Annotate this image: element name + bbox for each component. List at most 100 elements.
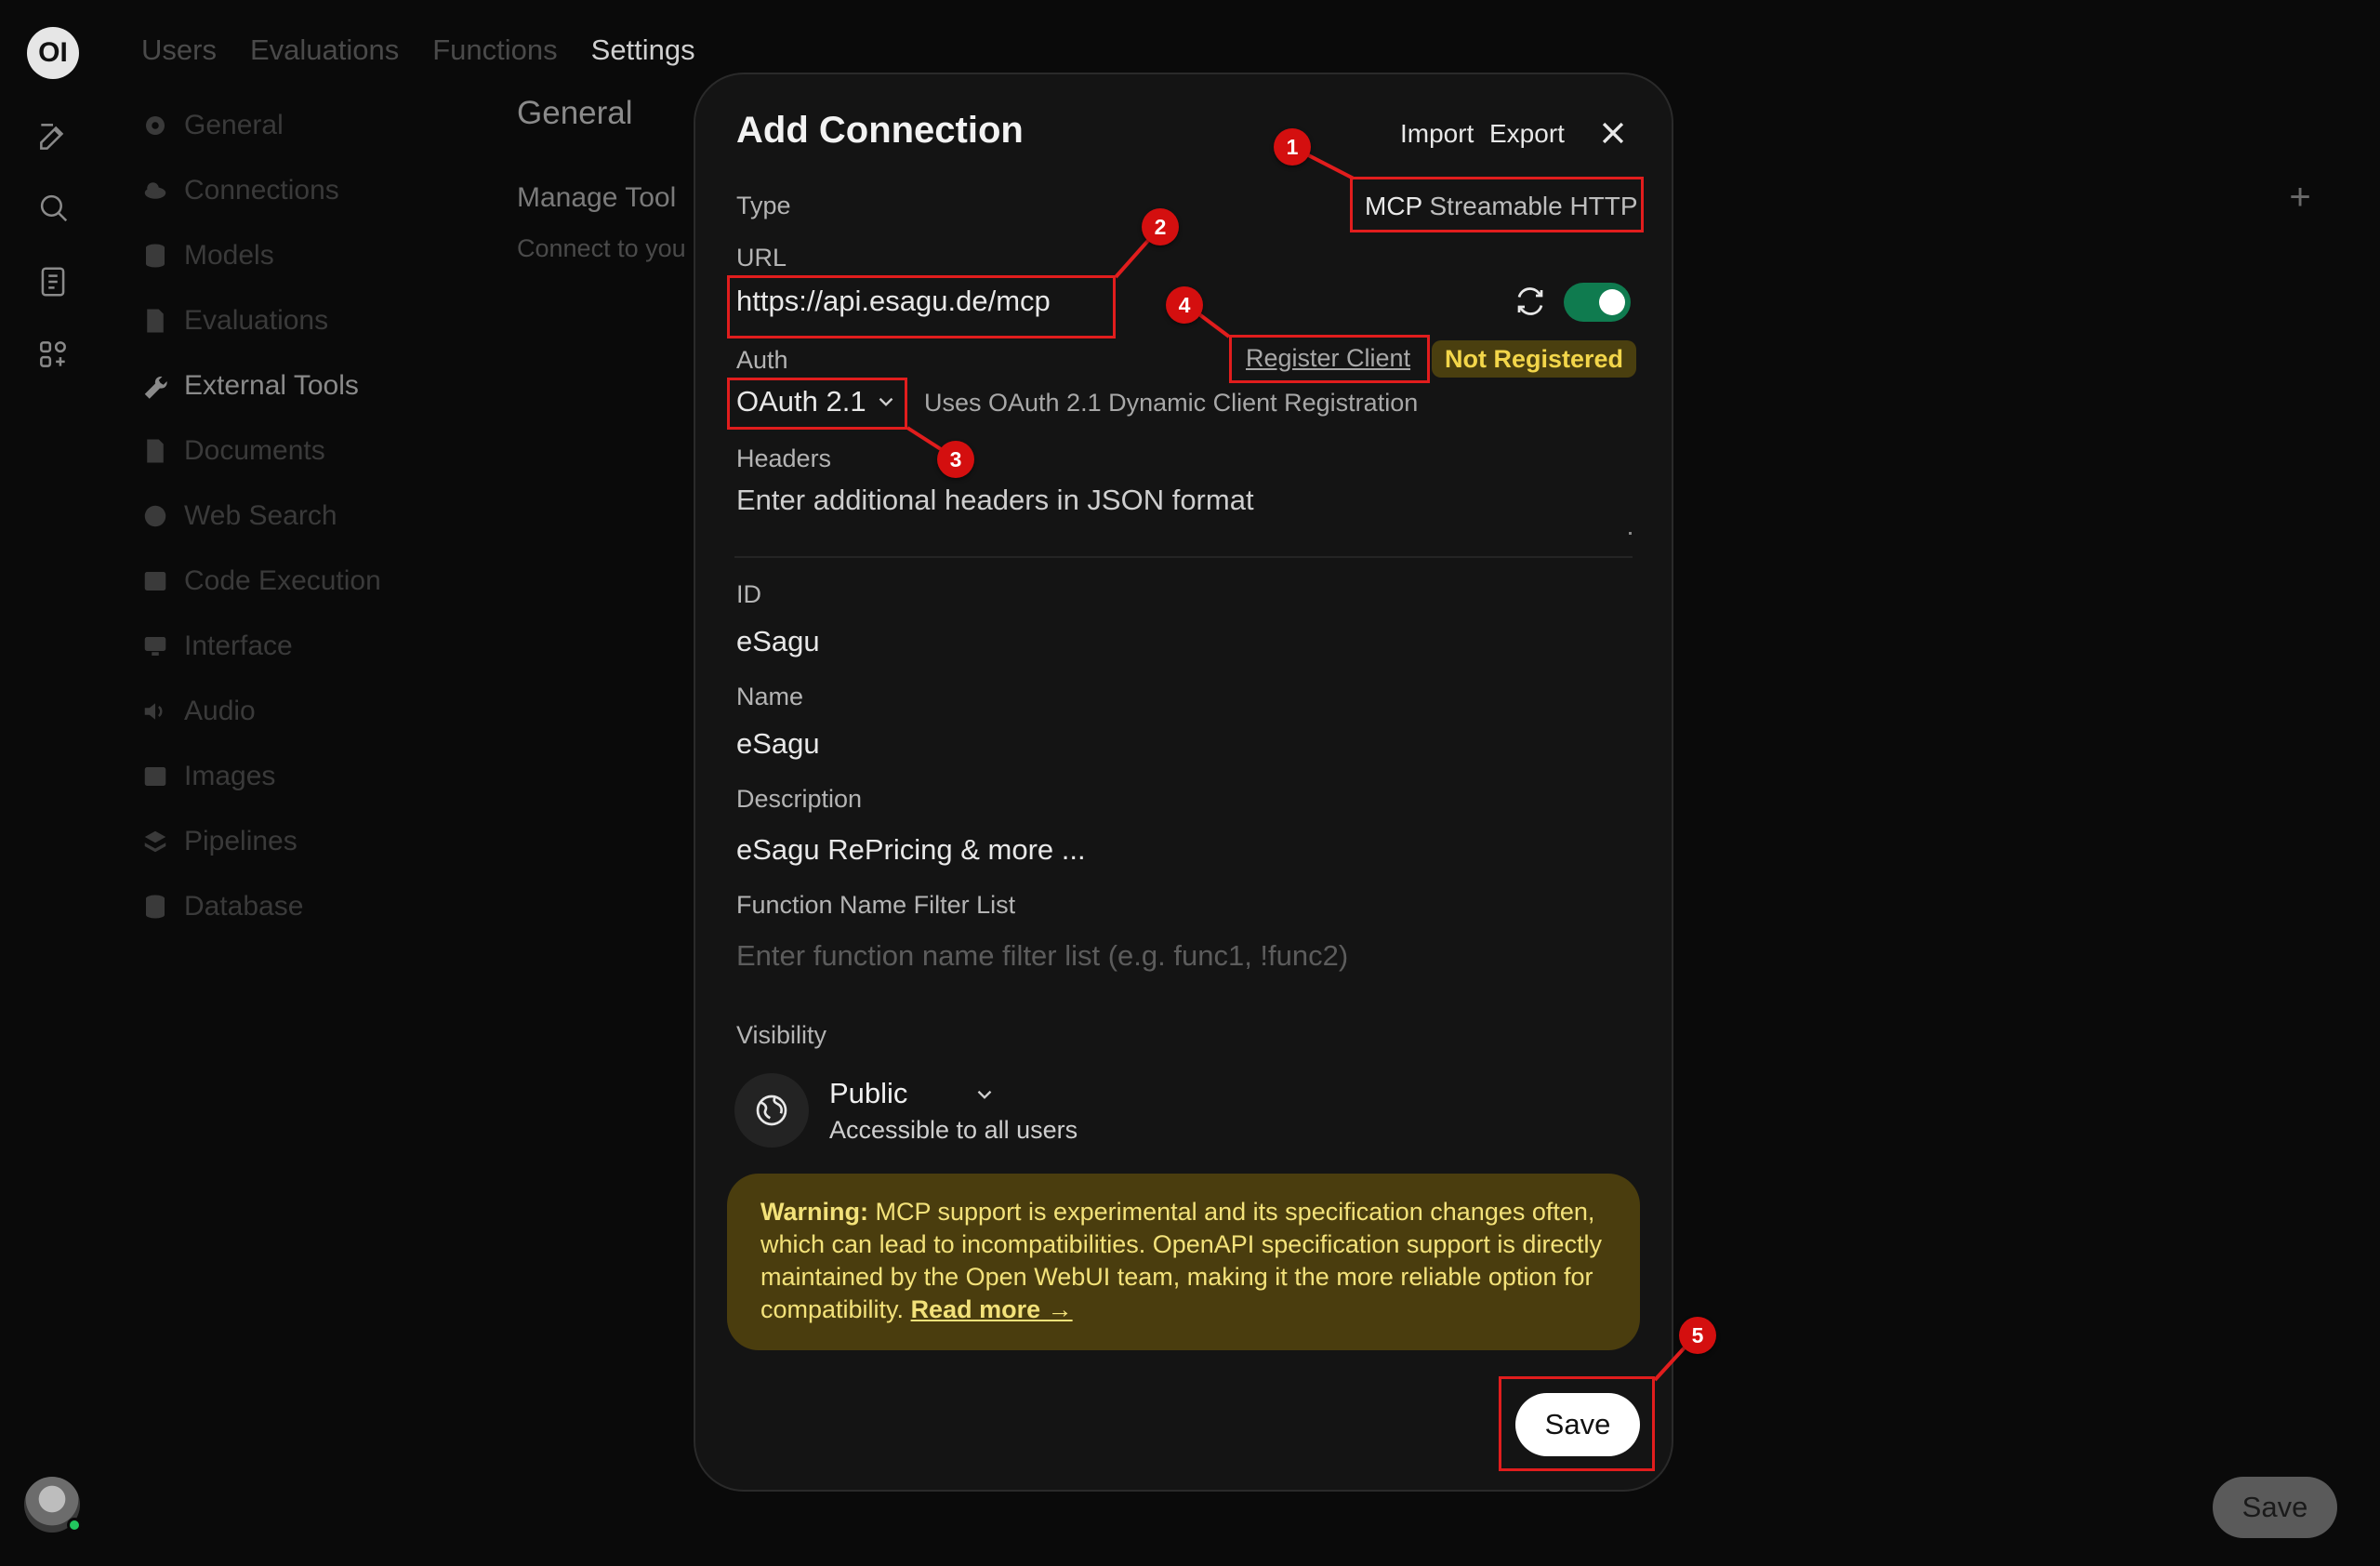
nav-item-external-tools[interactable]: External Tools xyxy=(141,353,476,418)
nav-label: External Tools xyxy=(184,370,359,401)
visibility-label: Visibility xyxy=(736,1021,827,1049)
settings-save-button[interactable]: Save xyxy=(2213,1477,2337,1538)
description-input[interactable]: eSagu RePricing & more ... xyxy=(736,833,1086,867)
nav-item-web-search[interactable]: Web Search xyxy=(141,484,476,549)
highlight-url xyxy=(727,275,1116,338)
nav-label: General xyxy=(184,110,284,140)
manage-tools-heading: Manage Tool xyxy=(517,182,677,213)
nav-label: Database xyxy=(184,891,304,922)
close-icon[interactable] xyxy=(1597,117,1629,149)
nav-label: Interface xyxy=(184,630,293,661)
name-input[interactable]: eSagu xyxy=(736,727,820,761)
visibility-description: Accessible to all users xyxy=(829,1116,1078,1144)
tab-settings[interactable]: Settings xyxy=(591,33,695,67)
nav-label: Documents xyxy=(184,435,325,466)
add-connection-icon[interactable]: + xyxy=(2283,179,2317,216)
url-label: URL xyxy=(736,244,787,272)
tab-evaluations[interactable]: Evaluations xyxy=(250,33,399,67)
gear-icon xyxy=(141,112,169,139)
nav-item-connections[interactable]: Connections xyxy=(141,158,476,223)
nav-item-code-execution[interactable]: Code Execution xyxy=(141,549,476,614)
id-label: ID xyxy=(736,580,761,608)
nav-label: Images xyxy=(184,761,276,791)
settings-nav: General Connections Models Evaluations E… xyxy=(141,93,476,939)
refresh-icon[interactable] xyxy=(1514,285,1547,318)
textarea-resize-handle[interactable] xyxy=(1629,532,1632,535)
nav-label: Connections xyxy=(184,175,339,206)
admin-tabs: Users Evaluations Functions Settings xyxy=(141,33,695,67)
headers-label: Headers xyxy=(736,445,832,472)
terminal-icon xyxy=(141,567,169,595)
auth-label: Auth xyxy=(736,346,788,374)
search-icon[interactable] xyxy=(35,190,71,225)
speaker-icon xyxy=(141,697,169,725)
warning-banner: Warning: MCP support is experimental and… xyxy=(727,1174,1640,1350)
database-icon xyxy=(141,242,169,270)
nav-label: Web Search xyxy=(184,500,337,531)
warning-text: MCP support is experimental and its spec… xyxy=(760,1198,1602,1323)
nav-item-database[interactable]: Database xyxy=(141,874,476,939)
nav-label: Models xyxy=(184,240,274,271)
registration-status-badge: Not Registered xyxy=(1432,340,1637,378)
database-icon xyxy=(141,893,169,921)
annotation-marker-1: 1 xyxy=(1274,128,1311,166)
globe-icon xyxy=(734,1073,809,1148)
annotation-marker-4: 4 xyxy=(1166,286,1203,324)
name-label: Name xyxy=(736,683,804,710)
notes-icon[interactable] xyxy=(35,264,71,299)
nav-label: Audio xyxy=(184,696,256,726)
manage-tools-description: Connect to you xyxy=(517,234,686,262)
annotation-marker-5: 5 xyxy=(1679,1317,1716,1354)
nav-item-documents[interactable]: Documents xyxy=(141,418,476,484)
chevron-down-icon[interactable] xyxy=(972,1082,997,1107)
nav-label: Evaluations xyxy=(184,305,329,336)
online-status-dot xyxy=(67,1518,82,1533)
modal-title: Add Connection xyxy=(736,110,1024,151)
highlight-type xyxy=(1350,177,1644,232)
nav-item-audio[interactable]: Audio xyxy=(141,679,476,744)
import-button[interactable]: Import xyxy=(1400,119,1474,149)
highlight-auth xyxy=(727,378,907,430)
filter-label: Function Name Filter List xyxy=(736,891,1016,919)
annotation-marker-3: 3 xyxy=(937,441,974,478)
highlight-save xyxy=(1499,1376,1655,1471)
monitor-icon xyxy=(141,632,169,660)
warning-label: Warning: xyxy=(760,1198,868,1226)
id-input[interactable]: eSagu xyxy=(736,625,820,658)
app-logo[interactable]: OI xyxy=(27,27,79,79)
enabled-toggle[interactable] xyxy=(1564,283,1631,322)
wrench-icon xyxy=(141,372,169,400)
globe-icon xyxy=(141,502,169,530)
read-more-link[interactable]: Read more → xyxy=(911,1295,1073,1323)
annotation-marker-2: 2 xyxy=(1142,208,1179,246)
layers-icon xyxy=(141,828,169,856)
filter-input[interactable]: Enter function name filter list (e.g. fu… xyxy=(736,939,1348,973)
nav-item-interface[interactable]: Interface xyxy=(141,614,476,679)
section-title: General xyxy=(517,95,633,131)
visibility-select[interactable]: Public xyxy=(829,1077,907,1110)
highlight-register-client xyxy=(1229,335,1430,383)
document-icon xyxy=(141,437,169,465)
workspace-icon[interactable] xyxy=(35,337,71,372)
description-label: Description xyxy=(736,785,863,813)
document-icon xyxy=(141,307,169,335)
image-icon xyxy=(141,763,169,790)
nav-item-images[interactable]: Images xyxy=(141,744,476,809)
export-button[interactable]: Export xyxy=(1489,119,1565,149)
new-chat-icon[interactable] xyxy=(35,119,71,154)
auth-hint: Uses OAuth 2.1 Dynamic Client Registrati… xyxy=(924,389,1419,417)
tab-users[interactable]: Users xyxy=(141,33,217,67)
nav-item-evaluations[interactable]: Evaluations xyxy=(141,288,476,353)
nav-item-pipelines[interactable]: Pipelines xyxy=(141,809,476,874)
nav-item-general[interactable]: General xyxy=(141,93,476,158)
nav-label: Pipelines xyxy=(184,826,298,856)
nav-item-models[interactable]: Models xyxy=(141,223,476,288)
left-rail: OI xyxy=(0,0,106,1566)
type-label: Type xyxy=(736,192,791,219)
nav-label: Code Execution xyxy=(184,565,381,596)
cloud-icon xyxy=(141,177,169,205)
tab-functions[interactable]: Functions xyxy=(432,33,557,67)
divider xyxy=(734,556,1633,558)
toggle-knob xyxy=(1599,289,1625,315)
headers-textarea[interactable]: Enter additional headers in JSON format xyxy=(736,484,1254,517)
